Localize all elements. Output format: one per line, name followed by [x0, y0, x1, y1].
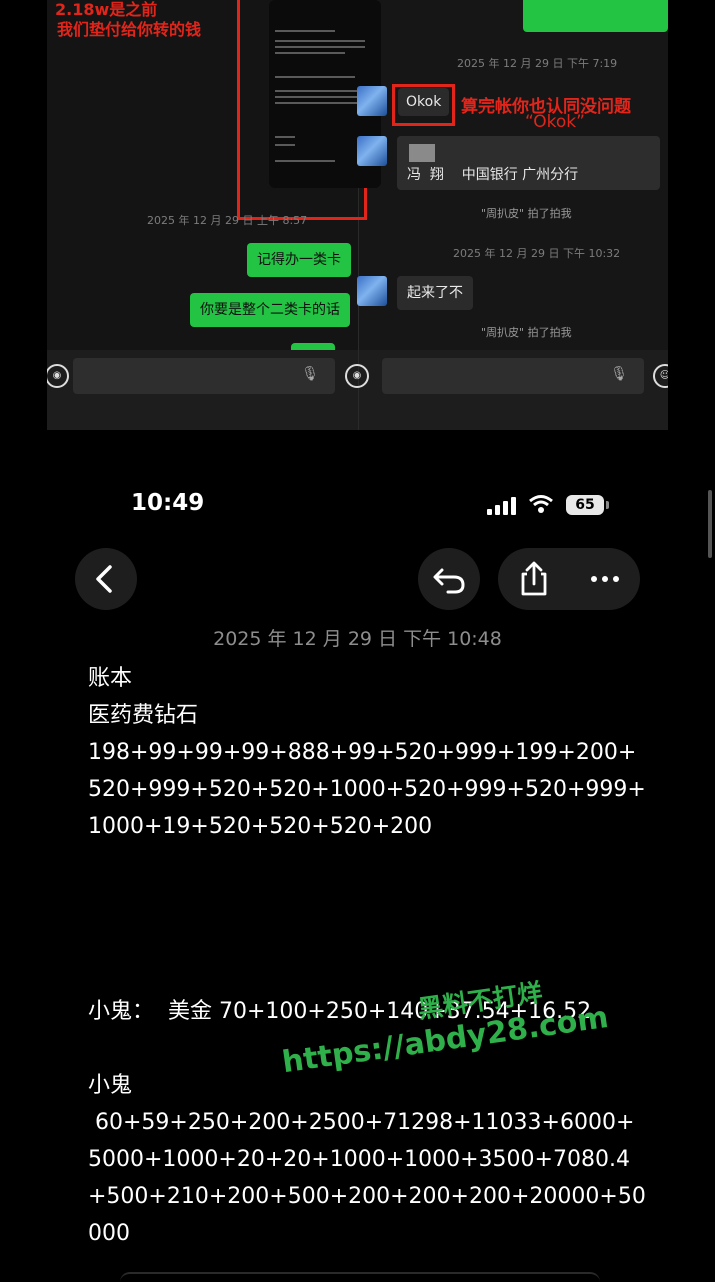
more-icon[interactable] — [588, 569, 622, 589]
battery-indicator: 65 — [566, 495, 604, 515]
microphone-icon[interactable]: 🎙 — [301, 366, 319, 382]
microphone-icon[interactable]: 🎙 — [610, 366, 628, 382]
undo-button[interactable] — [418, 548, 480, 610]
red-annotation-right-2: “Okok” — [525, 112, 585, 132]
left-message-input[interactable]: 🎙 — [73, 358, 335, 394]
wifi-icon — [529, 495, 553, 513]
undo-icon — [433, 568, 465, 594]
note-line-sum-1: 198+99+99+99+888+99+520+999+199+200+520+… — [88, 740, 646, 839]
bottom-edge-hint — [120, 1272, 600, 1282]
battery-tip — [606, 501, 609, 509]
toolbar-pill — [498, 548, 640, 610]
share-icon[interactable] — [514, 558, 554, 600]
right-chat-bubble[interactable]: 起来了不 — [397, 276, 473, 310]
contact-avatar — [357, 86, 387, 116]
right-chat-timestamp-2: 2025 年 12 月 29 日 下午 10:32 — [453, 247, 621, 260]
note-body[interactable]: 账本 医药费钻石 198+99+99+99+888+99+520+999+199… — [88, 660, 648, 1252]
back-button[interactable] — [75, 548, 137, 610]
left-chat-bubble-2[interactable]: 你要是整个二类卡的话 — [190, 293, 350, 327]
note-date: 2025 年 12 月 29 日 下午 10:48 — [213, 628, 502, 650]
signal-icon — [487, 497, 519, 515]
red-annotation-left-2: 我们垫付给你转的钱 — [57, 20, 202, 39]
bank-card-text: 冯 翔 中国银行 广州分行 — [407, 167, 579, 183]
chat-collage-image: 2.18w是之前 我们垫付给你转的钱 2025 年 12 月 29 日 上午 8… — [47, 0, 668, 430]
chevron-left-icon — [96, 565, 112, 593]
note-title: 账本 — [88, 666, 133, 691]
okok-bubble[interactable]: Okok — [398, 88, 450, 116]
right-message-input[interactable]: 🎙 — [382, 358, 644, 394]
pat-notice-1: "周扒皮" 拍了拍我 — [481, 207, 572, 220]
masked-image — [409, 144, 435, 162]
note-line-sum-2: 60+59+250+200+2500+71298+11033+6000+5000… — [88, 1110, 646, 1246]
pat-notice-2: "周扒皮" 拍了拍我 — [481, 326, 572, 339]
status-time: 10:49 — [131, 490, 205, 516]
contact-avatar — [357, 136, 387, 166]
voice-toggle-icon[interactable]: ◉ — [345, 364, 369, 388]
note-line-xiaogui: 小鬼 — [88, 1073, 133, 1098]
bank-card-message[interactable]: 冯 翔 中国银行 广州分行 — [397, 136, 660, 190]
contact-avatar — [357, 276, 387, 306]
scrollbar[interactable] — [708, 490, 712, 558]
left-chat-timestamp: 2025 年 12 月 29 日 上午 8:57 — [147, 214, 308, 227]
left-chat-bubble-1[interactable]: 记得办一类卡 — [247, 243, 351, 277]
right-top-green-bubble — [523, 0, 668, 32]
note-line-medical-diamond: 医药费钻石 — [88, 703, 199, 728]
right-chat-timestamp-1: 2025 年 12 月 29 日 下午 7:19 — [457, 57, 618, 70]
